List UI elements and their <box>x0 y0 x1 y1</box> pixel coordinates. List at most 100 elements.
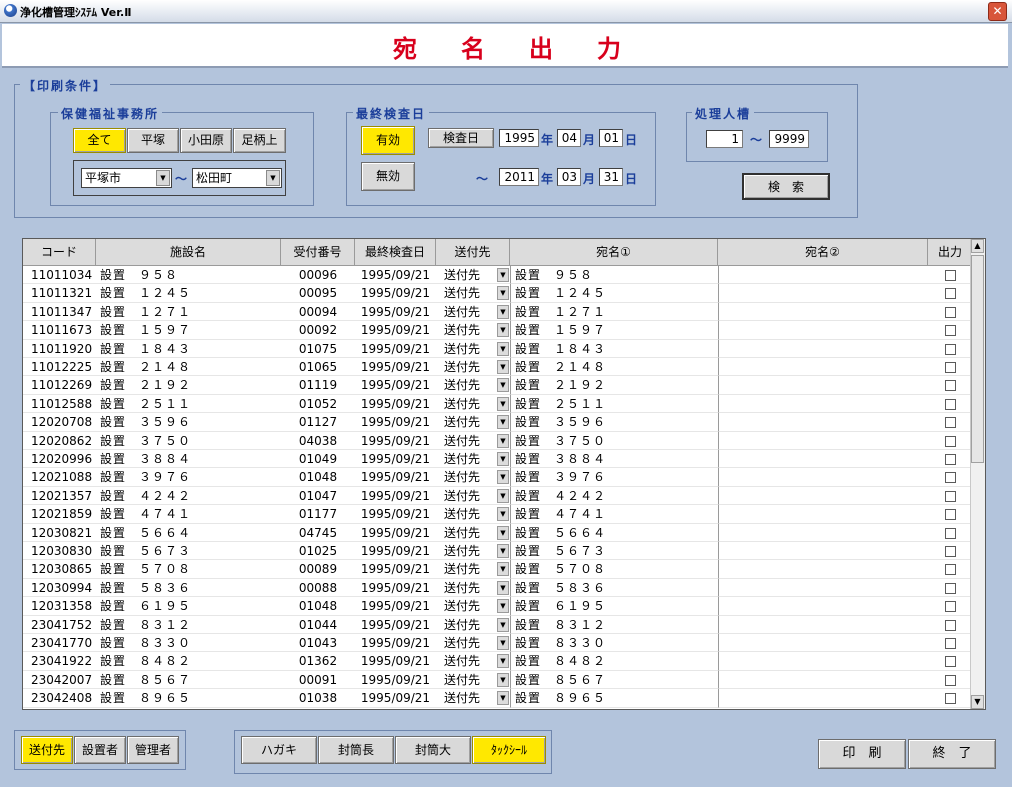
cell-destination-select[interactable]: 送付先 ▼ <box>436 524 510 542</box>
inspection-disabled-button[interactable]: 無効 <box>361 162 415 191</box>
cell-address2[interactable] <box>718 394 928 414</box>
table-row[interactable]: 23041922 設置 ８４８２ 01362 1995/09/21 送付先 ▼ 設置 ８４８… <box>23 652 973 671</box>
cell-address1[interactable]: 設置 ２５１１ <box>510 394 718 414</box>
output-checkbox[interactable] <box>945 325 956 337</box>
cell-destination-select[interactable]: 送付先 ▼ <box>436 376 510 395</box>
chevron-down-icon[interactable]: ▼ <box>497 268 509 282</box>
chevron-down-icon[interactable]: ▼ <box>497 286 509 301</box>
col-header-last-inspection[interactable]: 最終検査日 <box>355 239 436 266</box>
cell-destination-select[interactable]: 送付先 ▼ <box>436 450 510 469</box>
output-checkbox[interactable] <box>945 417 956 429</box>
output-checkbox[interactable] <box>945 490 956 502</box>
table-row[interactable]: 12030865 設置 ５７０８ 00089 1995/09/21 送付先 ▼ 設置 ５７０… <box>23 560 973 579</box>
cell-address2[interactable] <box>718 523 928 542</box>
output-checkbox[interactable] <box>945 564 956 576</box>
cell-address2[interactable] <box>718 505 928 524</box>
capacity-from-field[interactable]: 1 <box>706 130 743 148</box>
chevron-down-icon[interactable]: ▼ <box>497 452 509 466</box>
output-checkbox[interactable] <box>945 454 956 465</box>
scroll-down-icon[interactable]: ▼ <box>971 695 984 709</box>
cell-address2[interactable] <box>718 302 928 322</box>
chevron-down-icon[interactable]: ▼ <box>497 304 509 319</box>
table-row[interactable]: 11012588 設置 ２５１１ 01052 1995/09/21 送付先 ▼ 設置 ２５１… <box>23 394 973 414</box>
chevron-down-icon[interactable]: ▼ <box>497 470 509 485</box>
cell-address2[interactable] <box>718 689 928 708</box>
output-checkbox[interactable] <box>945 343 956 355</box>
cell-address1[interactable]: 設置 ２１９２ <box>510 376 718 395</box>
cell-destination-select[interactable]: 送付先 ▼ <box>436 542 510 561</box>
cell-address2[interactable] <box>718 468 928 487</box>
output-checkbox[interactable] <box>945 509 956 521</box>
cell-address1[interactable]: 設置 ２１４８ <box>510 358 718 377</box>
recipient-installer-button[interactable]: 設置者 <box>74 736 126 764</box>
output-checkbox[interactable] <box>945 527 956 539</box>
cell-address1[interactable]: 設置 ８９６５ <box>510 689 718 708</box>
to-day-field[interactable]: 31 <box>599 168 623 186</box>
chevron-down-icon[interactable]: ▼ <box>497 672 509 687</box>
cell-destination-select[interactable]: 送付先 ▼ <box>436 487 510 506</box>
table-row[interactable]: 11011321 設置 １２４５ 00095 1995/09/21 送付先 ▼ 設置 １２４… <box>23 284 973 303</box>
output-checkbox[interactable] <box>945 435 956 447</box>
cell-destination-select[interactable]: 送付先 ▼ <box>436 266 510 285</box>
output-checkbox[interactable] <box>945 693 956 705</box>
to-month-field[interactable]: 03 <box>557 168 581 186</box>
chevron-down-icon[interactable]: ▼ <box>497 378 509 393</box>
col-header-address1[interactable]: 宛名① <box>510 239 718 266</box>
cell-address2[interactable] <box>718 578 928 598</box>
cell-address1[interactable]: 設置 ５７０８ <box>510 560 718 579</box>
output-checkbox[interactable] <box>945 362 956 373</box>
cell-destination-select[interactable]: 送付先 ▼ <box>436 505 510 524</box>
table-row[interactable]: 12030830 設置 ５６７３ 01025 1995/09/21 送付先 ▼ 設置 ５６７… <box>23 542 973 561</box>
recipient-destination-button[interactable]: 送付先 <box>21 736 73 764</box>
grid-scrollbar[interactable]: ▲ ▼ <box>970 239 985 709</box>
to-year-field[interactable]: 2011 <box>499 168 539 186</box>
cell-address2[interactable] <box>718 321 928 340</box>
cell-address1[interactable]: 設置 ５６６４ <box>510 523 718 542</box>
cell-address1[interactable]: 設置 ８５６７ <box>510 670 718 690</box>
output-checkbox[interactable] <box>945 472 956 484</box>
chevron-down-icon[interactable]: ▼ <box>497 562 509 577</box>
table-row[interactable]: 12020862 設置 ３７５０ 04038 1995/09/21 送付先 ▼ 設置 ３７５… <box>23 431 973 450</box>
format-tack-seal-button[interactable]: ﾀｯｸｼｰﾙ <box>472 736 546 764</box>
output-checkbox[interactable] <box>945 619 956 631</box>
cell-address1[interactable]: 設置 １２７１ <box>510 302 718 322</box>
format-long-envelope-button[interactable]: 封筒長 <box>318 736 394 764</box>
cell-address1[interactable]: 設置 ３５９６ <box>510 413 718 432</box>
cell-address2[interactable] <box>718 376 928 395</box>
chevron-down-icon[interactable]: ▼ <box>497 488 509 503</box>
chevron-down-icon[interactable]: ▼ <box>497 433 509 448</box>
cell-address1[interactable]: 設置 ８３３０ <box>510 634 718 653</box>
office-odawara-button[interactable]: 小田原 <box>180 128 232 153</box>
table-row[interactable]: 12021859 設置 ４７４１ 01177 1995/09/21 送付先 ▼ 設置 ４７４… <box>23 505 973 524</box>
chevron-down-icon[interactable]: ▼ <box>497 341 509 356</box>
cell-address2[interactable] <box>718 284 928 303</box>
cell-address1[interactable]: 設置 ３８８４ <box>510 450 718 469</box>
cell-address2[interactable] <box>718 542 928 561</box>
from-year-field[interactable]: 1995 <box>499 129 539 147</box>
cell-address2[interactable] <box>718 431 928 450</box>
cell-destination-select[interactable]: 送付先 ▼ <box>436 689 510 708</box>
cell-destination-select[interactable]: 送付先 ▼ <box>436 303 510 322</box>
output-checkbox[interactable] <box>945 601 956 613</box>
table-row[interactable]: 11011673 設置 １５９７ 00092 1995/09/21 送付先 ▼ 設置 １５９… <box>23 321 973 340</box>
cell-destination-select[interactable]: 送付先 ▼ <box>436 616 510 634</box>
cell-destination-select[interactable]: 送付先 ▼ <box>436 413 510 432</box>
format-postcard-button[interactable]: ハガキ <box>241 736 317 764</box>
cell-address2[interactable] <box>718 339 928 358</box>
cell-address2[interactable] <box>718 358 928 377</box>
chevron-down-icon[interactable]: ▼ <box>497 525 509 540</box>
cell-destination-select[interactable]: 送付先 ▼ <box>436 340 510 358</box>
office-to-select[interactable]: 松田町 ▼ <box>192 168 282 188</box>
close-button[interactable]: ✕ <box>988 2 1007 21</box>
table-row[interactable]: 12030821 設置 ５６６４ 04745 1995/09/21 送付先 ▼ 設置 ５６６… <box>23 523 973 542</box>
output-checkbox[interactable] <box>945 270 956 281</box>
output-checkbox[interactable] <box>945 656 956 668</box>
cell-destination-select[interactable]: 送付先 ▼ <box>436 432 510 450</box>
table-row[interactable]: 23041752 設置 ８３１２ 01044 1995/09/21 送付先 ▼ 設置 ８３１… <box>23 615 973 634</box>
chevron-down-icon[interactable]: ▼ <box>497 360 509 374</box>
from-month-field[interactable]: 04 <box>557 129 581 147</box>
cell-destination-select[interactable]: 送付先 ▼ <box>436 358 510 377</box>
cell-address1[interactable]: 設置 １５９７ <box>510 321 718 340</box>
print-button[interactable]: 印 刷 <box>818 739 906 769</box>
output-checkbox[interactable] <box>945 674 956 686</box>
